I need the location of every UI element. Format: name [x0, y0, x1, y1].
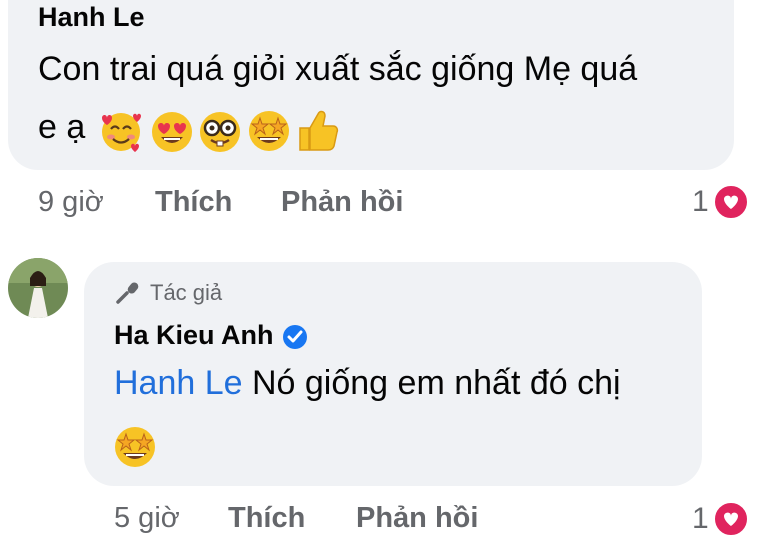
- comment-author-name[interactable]: Hanh Le: [38, 2, 145, 33]
- thumbs-up-icon: [299, 110, 339, 151]
- comment-text-line: Con trai quá giỏi xuất sắc giống Mẹ quá: [38, 50, 638, 88]
- smiling-face-with-hearts-icon: [102, 113, 141, 152]
- star-struck-icon: [115, 427, 155, 467]
- like-link[interactable]: Thích: [228, 502, 305, 535]
- author-badge-label: Tác giả: [150, 280, 223, 305]
- heart-reaction-icon: [712, 184, 749, 220]
- reply-text-body: Nó giống em nhất đó chị: [242, 364, 621, 402]
- comment-author-name[interactable]: Ha Kieu Anh: [114, 320, 308, 351]
- heart-reaction-icon: [712, 501, 749, 537]
- nerd-face-icon: [200, 112, 240, 152]
- reaction-summary[interactable]: 1: [692, 184, 749, 220]
- author-name-text: Ha Kieu Anh: [114, 320, 274, 350]
- avatar[interactable]: [8, 258, 68, 318]
- reaction-count: 1: [692, 502, 709, 535]
- star-struck-icon: [249, 111, 289, 151]
- reaction-count: 1: [692, 185, 709, 218]
- reply-link[interactable]: Phản hồi: [356, 502, 478, 535]
- comment-timestamp[interactable]: 5 giờ: [114, 502, 180, 535]
- heart-eyes-icon: [152, 112, 192, 152]
- reaction-summary[interactable]: 1: [692, 501, 749, 537]
- mention-link[interactable]: Hanh Le: [114, 364, 243, 402]
- microphone-icon: [116, 282, 139, 304]
- reply-text: Hanh Le Nó giống em nhất đó chị: [114, 364, 621, 403]
- reply-link[interactable]: Phản hồi: [281, 186, 403, 219]
- like-link[interactable]: Thích: [155, 186, 232, 219]
- author-badge: Tác giả: [114, 280, 222, 306]
- comment-text-line: e ạ: [38, 108, 86, 146]
- verified-badge-icon: [282, 324, 307, 349]
- comment-timestamp[interactable]: 9 giờ: [38, 186, 104, 219]
